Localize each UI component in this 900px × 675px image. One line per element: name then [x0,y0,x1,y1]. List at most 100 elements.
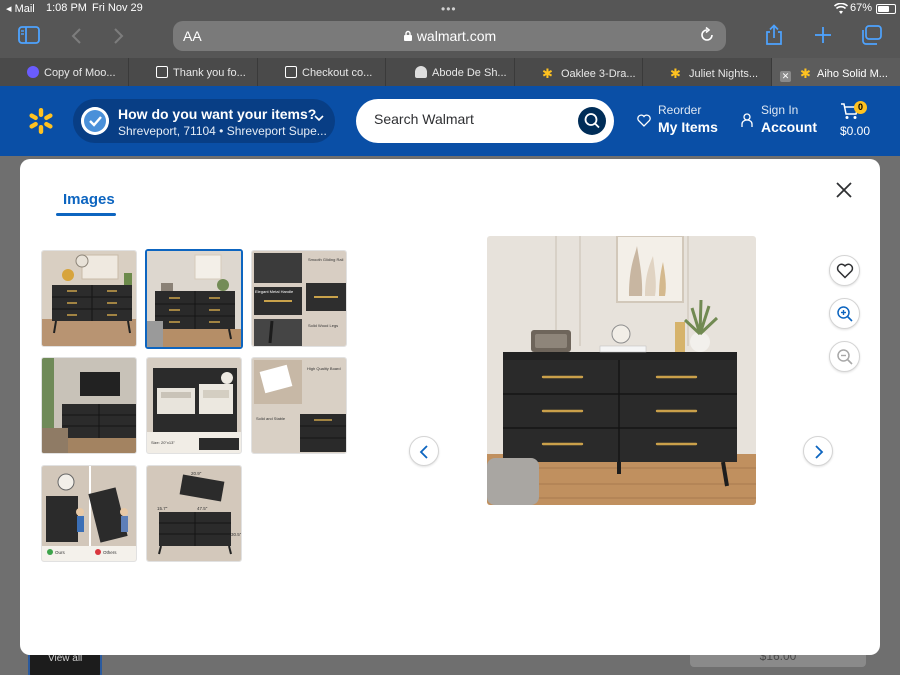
browser-tab-label: Copy of Moo... [44,67,116,79]
zoom-in-button[interactable] [829,298,860,329]
cart-button[interactable]: 0 $0.00 [840,101,870,138]
browser-tab-label: Juliet Nights... [689,68,759,80]
image-gallery-modal: Images Smooth Gliding Rail Elegant Metal… [20,159,880,655]
browser-tab-bar: Copy of Moo... Thank you fo... Checkout … [0,58,900,86]
reorder-my-items-link[interactable]: Reorder My Items [658,103,718,135]
forward-chevron-icon[interactable] [113,27,125,45]
search-input[interactable] [374,111,564,127]
walmart-header: How do you want your items? Shreveport, … [0,86,900,156]
heart-outline-icon [637,114,651,127]
browser-tab-label: Oaklee 3-Dra... [561,68,636,80]
tab-overview-icon[interactable] [861,25,883,45]
thumb-dim-depth: 15.7" [157,506,168,511]
thumb-dim-width: 47.5" [197,506,208,511]
battery-percent: 67% [850,2,873,14]
browser-tab-2[interactable]: Thank you fo... [129,58,258,86]
tab-favicon-icon [156,66,168,78]
thumbnail-8[interactable]: 20.9" 47.5" 15.7" 30.5" [146,465,242,562]
thumb-quality-text: High Quality Board [307,366,341,371]
heart-icon [836,263,854,279]
thumbnail-image [147,251,241,347]
thumbnail-1[interactable] [41,250,137,347]
browser-tab-4[interactable]: Abode De Sh... [386,58,515,86]
account-label: Account [761,119,817,135]
search-bar [356,99,614,143]
browser-tab-6[interactable]: ✱ Juliet Nights... [643,58,772,86]
chevron-left-icon [419,445,428,459]
thumb-ours-text: Ours [55,550,66,555]
tab-underline [56,213,116,216]
thumb-dim-height: 30.5" [231,532,242,537]
sign-in-account-link[interactable]: Sign In Account [761,103,817,135]
sign-in-label: Sign In [761,103,799,117]
browser-tab-label: Abode De Sh... [432,67,507,79]
tab-images[interactable]: Images [63,191,115,208]
address-bar[interactable]: AA walmart.com [173,21,726,51]
reorder-label: Reorder [658,103,702,117]
walmart-spark-icon: ✱ [800,66,811,81]
thumb-feature-text-1: Smooth Gliding Rail [308,257,343,262]
new-tab-plus-icon[interactable] [814,26,832,44]
delivery-location: Shreveport, 71104 • Shreveport Supe... [118,124,327,138]
thumbnail-image: Size: 20"x13" [147,358,241,453]
close-tab-icon[interactable]: ✕ [780,71,791,82]
back-chevron-icon[interactable] [70,27,82,45]
zoom-out-icon [837,349,853,365]
thumbnail-6[interactable]: High Quality Board Solid and Stable [251,357,347,454]
thumbnail-3[interactable]: Smooth Gliding Rail Elegant Metal Handle… [251,250,347,347]
thumb-dim-top: 20.9" [191,471,202,476]
chevron-down-icon [314,115,324,122]
browser-tab-1[interactable]: Copy of Moo... [0,58,129,86]
delivery-title: How do you want your items? [118,106,317,122]
browser-tab-3[interactable]: Checkout co... [258,58,386,86]
walmart-logo-icon[interactable] [26,106,56,136]
previous-image-button[interactable] [409,436,439,466]
thumbnail-4[interactable] [41,357,137,454]
thumbnail-7[interactable]: Ours Others [41,465,137,562]
thumbnail-image: 20.9" 47.5" 15.7" 30.5" [147,466,242,561]
thumb-feature-text-2: Elegant Metal Handle [255,289,294,294]
tab-favicon-icon [285,66,297,78]
thumbnail-5[interactable]: Size: 20"x13" [146,357,242,454]
zoom-in-icon [837,306,853,322]
multitasking-dots-icon[interactable]: ••• [441,2,457,16]
search-icon [584,113,600,129]
tab-favicon-icon [415,66,427,78]
sidebar-icon[interactable] [18,26,40,44]
browser-tab-7-active[interactable]: ✕ ✱ Aiho Solid M... [772,58,900,86]
browser-tab-label: Aiho Solid M... [817,68,888,80]
close-icon[interactable] [833,179,855,201]
wifi-icon [834,3,848,14]
search-button[interactable] [578,107,606,135]
main-product-image[interactable] [487,236,756,505]
account-person-icon [741,113,753,127]
walmart-spark-icon: ✱ [542,66,553,81]
browser-toolbar: AA walmart.com [0,18,900,58]
browser-tab-5[interactable]: ✱ Oaklee 3-Dra... [515,58,643,86]
share-icon[interactable] [765,24,783,46]
chevron-right-icon [815,445,824,459]
thumbnail-image: Ours Others [42,466,136,561]
battery-icon [876,4,896,14]
my-items-label: My Items [658,119,718,135]
cart-total: $0.00 [840,124,871,138]
tab-favicon-icon [27,66,39,78]
thumb-size-text: Size: 20"x13" [151,440,175,445]
reload-icon[interactable] [698,26,716,44]
dresser-photo [487,236,756,505]
lock-icon [403,30,412,41]
next-image-button[interactable] [803,436,833,466]
thumbnail-2-selected[interactable] [145,249,243,349]
delivery-truck-icon [81,107,109,135]
delivery-location-selector[interactable]: How do you want your items? Shreveport, … [73,99,335,143]
zoom-out-button[interactable] [829,341,860,372]
thumbnail-image [42,358,136,453]
status-date: Fri Nov 29 [92,2,143,14]
cart-count-badge: 0 [854,101,867,114]
back-to-app-link[interactable]: ◂ Mail [6,2,35,15]
url-text[interactable]: walmart.com [173,28,726,44]
thumb-others-text: Others [103,550,117,555]
browser-tab-label: Checkout co... [302,67,373,79]
browser-tab-label: Thank you fo... [173,67,246,79]
favorite-button[interactable] [829,255,860,286]
